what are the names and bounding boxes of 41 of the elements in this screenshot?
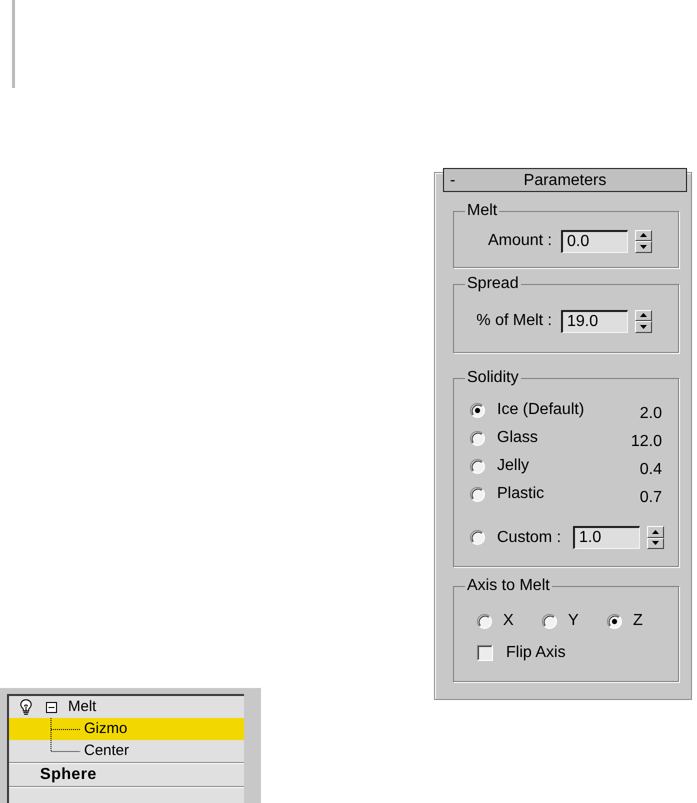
solidity-value: 12.0 — [630, 432, 663, 452]
radio-option[interactable]: Ice (Default) — [470, 398, 584, 422]
stack-item[interactable]: Gizmo — [9, 718, 244, 740]
down-arrow-icon — [640, 324, 647, 329]
field-label: Amount : — [488, 231, 552, 251]
rollout-header[interactable]: - Parameters — [443, 168, 687, 192]
solidity-value: 0.7 — [640, 488, 663, 508]
spinner-up-button[interactable] — [647, 526, 664, 538]
number-field[interactable]: 0.0 — [561, 230, 628, 252]
field-label: % of Melt : — [476, 311, 552, 331]
collapse-icon[interactable] — [46, 702, 57, 712]
number-field[interactable]: 19.0 — [561, 310, 628, 332]
up-arrow-icon — [640, 313, 647, 318]
spinner-up-button[interactable] — [635, 310, 652, 321]
radio-option[interactable]: Plastic — [470, 482, 544, 506]
solidity-value: 2.0 — [640, 404, 663, 424]
light-bulb-icon — [20, 699, 32, 715]
stack-item[interactable]: Melt — [9, 696, 244, 718]
radio-option[interactable]: Y — [542, 609, 607, 633]
spinner-down-button[interactable] — [647, 538, 664, 549]
up-arrow-icon — [652, 530, 659, 534]
radio-option[interactable]: Glass — [470, 426, 538, 450]
stack-item[interactable]: Sphere — [9, 764, 244, 786]
down-arrow-icon — [640, 244, 647, 249]
group-title: Spread — [466, 275, 520, 293]
down-arrow-icon — [652, 541, 659, 546]
radio-option[interactable]: Custom : — [470, 526, 562, 550]
spinner-up-button[interactable] — [635, 230, 652, 241]
number-field[interactable]: 1.0 — [573, 526, 640, 549]
group-title: Melt — [466, 202, 498, 220]
stack-item[interactable]: Center — [9, 740, 244, 762]
radio-option[interactable]: Jelly — [470, 454, 530, 478]
radio-option[interactable]: X — [477, 609, 542, 633]
up-arrow-icon — [640, 233, 647, 238]
spinner-down-button[interactable] — [635, 241, 652, 252]
group-title: Axis to Melt — [466, 577, 551, 595]
solidity-value: 0.4 — [640, 460, 663, 480]
spinner-down-button[interactable] — [635, 321, 652, 332]
radio-option[interactable]: Z — [607, 609, 672, 633]
checkbox-option[interactable]: Flip Axis — [477, 643, 566, 663]
group-title: Solidity — [466, 369, 520, 387]
